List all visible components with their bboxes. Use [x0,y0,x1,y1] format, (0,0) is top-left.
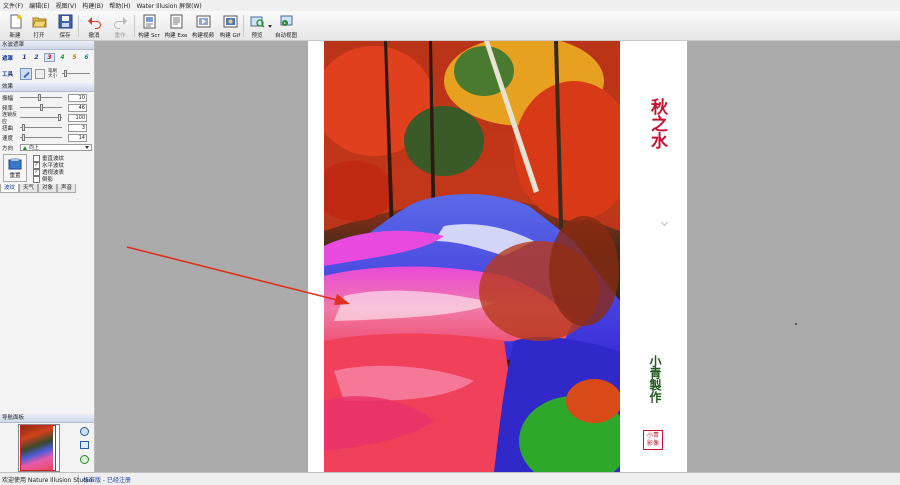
canvas-dot [795,323,797,325]
status-welcome: 欢迎使用 Nature Illusion Studio [2,474,93,484]
annotation-arrow [126,246,350,305]
status-bar: 欢迎使用 Nature Illusion Studio 标准版 - 已经注册 [0,472,900,485]
status-edition: 标准版 - 已经注册 [83,476,131,484]
